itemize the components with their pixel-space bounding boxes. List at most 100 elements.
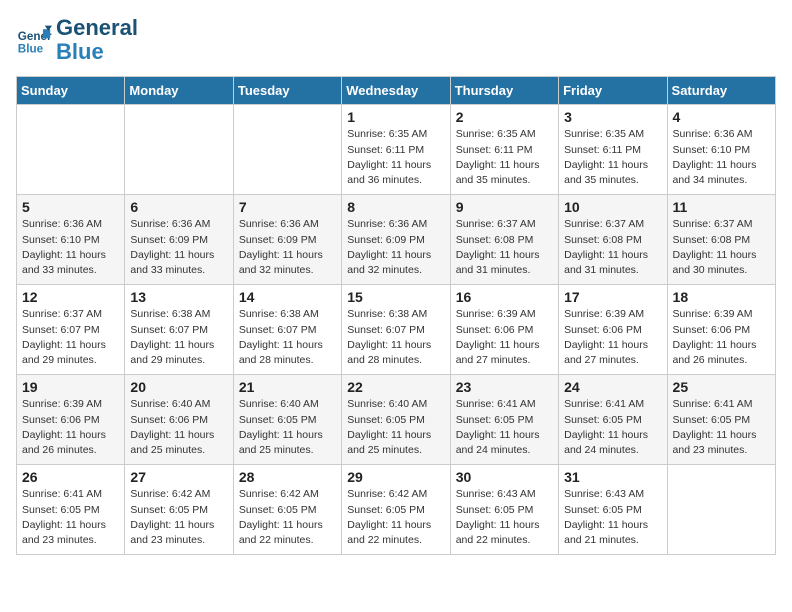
day-info: Sunrise: 6:39 AM Sunset: 6:06 PM Dayligh…: [564, 307, 661, 368]
calendar-cell: 16 Sunrise: 6:39 AM Sunset: 6:06 PM Dayli…: [450, 285, 558, 375]
col-header-thursday: Thursday: [450, 77, 558, 105]
calendar-table: SundayMondayTuesdayWednesdayThursdayFrid…: [16, 76, 776, 555]
day-number: 26: [22, 469, 119, 485]
day-number: 30: [456, 469, 553, 485]
calendar-cell: 5 Sunrise: 6:36 AM Sunset: 6:10 PM Daylig…: [17, 195, 125, 285]
day-info: Sunrise: 6:35 AM Sunset: 6:11 PM Dayligh…: [456, 127, 553, 188]
day-number: 19: [22, 379, 119, 395]
day-info: Sunrise: 6:37 AM Sunset: 6:08 PM Dayligh…: [673, 217, 770, 278]
calendar-cell: 2 Sunrise: 6:35 AM Sunset: 6:11 PM Daylig…: [450, 105, 558, 195]
calendar-cell: 11 Sunrise: 6:37 AM Sunset: 6:08 PM Dayli…: [667, 195, 775, 285]
calendar-cell: 12 Sunrise: 6:37 AM Sunset: 6:07 PM Dayli…: [17, 285, 125, 375]
calendar-cell: 25 Sunrise: 6:41 AM Sunset: 6:05 PM Dayli…: [667, 375, 775, 465]
col-header-sunday: Sunday: [17, 77, 125, 105]
col-header-saturday: Saturday: [667, 77, 775, 105]
day-number: 20: [130, 379, 227, 395]
day-info: Sunrise: 6:39 AM Sunset: 6:06 PM Dayligh…: [22, 397, 119, 458]
day-info: Sunrise: 6:40 AM Sunset: 6:06 PM Dayligh…: [130, 397, 227, 458]
day-number: 13: [130, 289, 227, 305]
calendar-cell: 15 Sunrise: 6:38 AM Sunset: 6:07 PM Dayli…: [342, 285, 450, 375]
day-number: 31: [564, 469, 661, 485]
svg-text:Blue: Blue: [18, 43, 44, 56]
day-number: 18: [673, 289, 770, 305]
day-number: 4: [673, 109, 770, 125]
day-number: 14: [239, 289, 336, 305]
day-info: Sunrise: 6:38 AM Sunset: 6:07 PM Dayligh…: [239, 307, 336, 368]
day-info: Sunrise: 6:41 AM Sunset: 6:05 PM Dayligh…: [22, 487, 119, 548]
day-info: Sunrise: 6:37 AM Sunset: 6:07 PM Dayligh…: [22, 307, 119, 368]
col-header-wednesday: Wednesday: [342, 77, 450, 105]
day-number: 12: [22, 289, 119, 305]
calendar-cell: 18Sunrise: 6:39 AM Sunset: 6:06 PM Dayli…: [667, 285, 775, 375]
day-info: Sunrise: 6:39 AM Sunset: 6:06 PM Dayligh…: [456, 307, 553, 368]
day-info: Sunrise: 6:38 AM Sunset: 6:07 PM Dayligh…: [130, 307, 227, 368]
calendar-cell: [233, 105, 341, 195]
logo-icon: General Blue: [16, 22, 52, 58]
calendar-cell: 6 Sunrise: 6:36 AM Sunset: 6:09 PM Daylig…: [125, 195, 233, 285]
day-info: Sunrise: 6:35 AM Sunset: 6:11 PM Dayligh…: [347, 127, 444, 188]
day-number: 17: [564, 289, 661, 305]
day-number: 21: [239, 379, 336, 395]
calendar-cell: 10 Sunrise: 6:37 AM Sunset: 6:08 PM Dayli…: [559, 195, 667, 285]
day-number: 15: [347, 289, 444, 305]
day-number: 1: [347, 109, 444, 125]
calendar-cell: 13 Sunrise: 6:38 AM Sunset: 6:07 PM Dayli…: [125, 285, 233, 375]
day-info: Sunrise: 6:41 AM Sunset: 6:05 PM Dayligh…: [673, 397, 770, 458]
calendar-cell: 31 Sunrise: 6:43 AM Sunset: 6:05 PM Dayli…: [559, 465, 667, 555]
day-info: Sunrise: 6:40 AM Sunset: 6:05 PM Dayligh…: [347, 397, 444, 458]
day-number: 28: [239, 469, 336, 485]
day-info: Sunrise: 6:36 AM Sunset: 6:09 PM Dayligh…: [130, 217, 227, 278]
day-info: Sunrise: 6:42 AM Sunset: 6:05 PM Dayligh…: [239, 487, 336, 548]
day-info: Sunrise: 6:40 AM Sunset: 6:05 PM Dayligh…: [239, 397, 336, 458]
calendar-cell: 27 Sunrise: 6:42 AM Sunset: 6:05 PM Dayli…: [125, 465, 233, 555]
day-info: Sunrise: 6:38 AM Sunset: 6:07 PM Dayligh…: [347, 307, 444, 368]
logo: General Blue GeneralBlue: [16, 16, 138, 64]
day-number: 24: [564, 379, 661, 395]
day-number: 25: [673, 379, 770, 395]
logo-text: GeneralBlue: [56, 16, 138, 64]
day-info: Sunrise: 6:35 AM Sunset: 6:11 PM Dayligh…: [564, 127, 661, 188]
day-number: 8: [347, 199, 444, 215]
day-number: 6: [130, 199, 227, 215]
calendar-cell: 28 Sunrise: 6:42 AM Sunset: 6:05 PM Dayli…: [233, 465, 341, 555]
calendar-cell: 9Sunrise: 6:37 AM Sunset: 6:08 PM Daylig…: [450, 195, 558, 285]
calendar-cell: 3 Sunrise: 6:35 AM Sunset: 6:11 PM Daylig…: [559, 105, 667, 195]
calendar-cell: 20 Sunrise: 6:40 AM Sunset: 6:06 PM Dayli…: [125, 375, 233, 465]
day-number: 3: [564, 109, 661, 125]
calendar-cell: 26 Sunrise: 6:41 AM Sunset: 6:05 PM Dayli…: [17, 465, 125, 555]
day-number: 16: [456, 289, 553, 305]
calendar-cell: 1 Sunrise: 6:35 AM Sunset: 6:11 PM Daylig…: [342, 105, 450, 195]
col-header-tuesday: Tuesday: [233, 77, 341, 105]
calendar-cell: [17, 105, 125, 195]
calendar-cell: 17 Sunrise: 6:39 AM Sunset: 6:06 PM Dayli…: [559, 285, 667, 375]
day-number: 27: [130, 469, 227, 485]
day-number: 22: [347, 379, 444, 395]
week-row-2: 5 Sunrise: 6:36 AM Sunset: 6:10 PM Daylig…: [17, 195, 776, 285]
day-info: Sunrise: 6:42 AM Sunset: 6:05 PM Dayligh…: [130, 487, 227, 548]
day-number: 10: [564, 199, 661, 215]
calendar-cell: 30 Sunrise: 6:43 AM Sunset: 6:05 PM Dayli…: [450, 465, 558, 555]
day-number: 29: [347, 469, 444, 485]
week-row-1: 1 Sunrise: 6:35 AM Sunset: 6:11 PM Daylig…: [17, 105, 776, 195]
calendar-cell: 7 Sunrise: 6:36 AM Sunset: 6:09 PM Daylig…: [233, 195, 341, 285]
day-number: 7: [239, 199, 336, 215]
day-number: 5: [22, 199, 119, 215]
calendar-cell: 29 Sunrise: 6:42 AM Sunset: 6:05 PM Dayli…: [342, 465, 450, 555]
calendar-cell: 4 Sunrise: 6:36 AM Sunset: 6:10 PM Daylig…: [667, 105, 775, 195]
day-info: Sunrise: 6:36 AM Sunset: 6:10 PM Dayligh…: [673, 127, 770, 188]
calendar-cell: [125, 105, 233, 195]
day-number: 11: [673, 199, 770, 215]
calendar-cell: 21 Sunrise: 6:40 AM Sunset: 6:05 PM Dayli…: [233, 375, 341, 465]
day-info: Sunrise: 6:37 AM Sunset: 6:08 PM Dayligh…: [564, 217, 661, 278]
day-info: Sunrise: 6:41 AM Sunset: 6:05 PM Dayligh…: [564, 397, 661, 458]
day-info: Sunrise: 6:36 AM Sunset: 6:10 PM Dayligh…: [22, 217, 119, 278]
week-row-5: 26 Sunrise: 6:41 AM Sunset: 6:05 PM Dayli…: [17, 465, 776, 555]
calendar-cell: [667, 465, 775, 555]
calendar-cell: 23Sunrise: 6:41 AM Sunset: 6:05 PM Dayli…: [450, 375, 558, 465]
day-info: Sunrise: 6:36 AM Sunset: 6:09 PM Dayligh…: [239, 217, 336, 278]
day-info: Sunrise: 6:43 AM Sunset: 6:05 PM Dayligh…: [564, 487, 661, 548]
calendar-cell: 8Sunrise: 6:36 AM Sunset: 6:09 PM Daylig…: [342, 195, 450, 285]
day-info: Sunrise: 6:42 AM Sunset: 6:05 PM Dayligh…: [347, 487, 444, 548]
day-number: 2: [456, 109, 553, 125]
day-info: Sunrise: 6:43 AM Sunset: 6:05 PM Dayligh…: [456, 487, 553, 548]
